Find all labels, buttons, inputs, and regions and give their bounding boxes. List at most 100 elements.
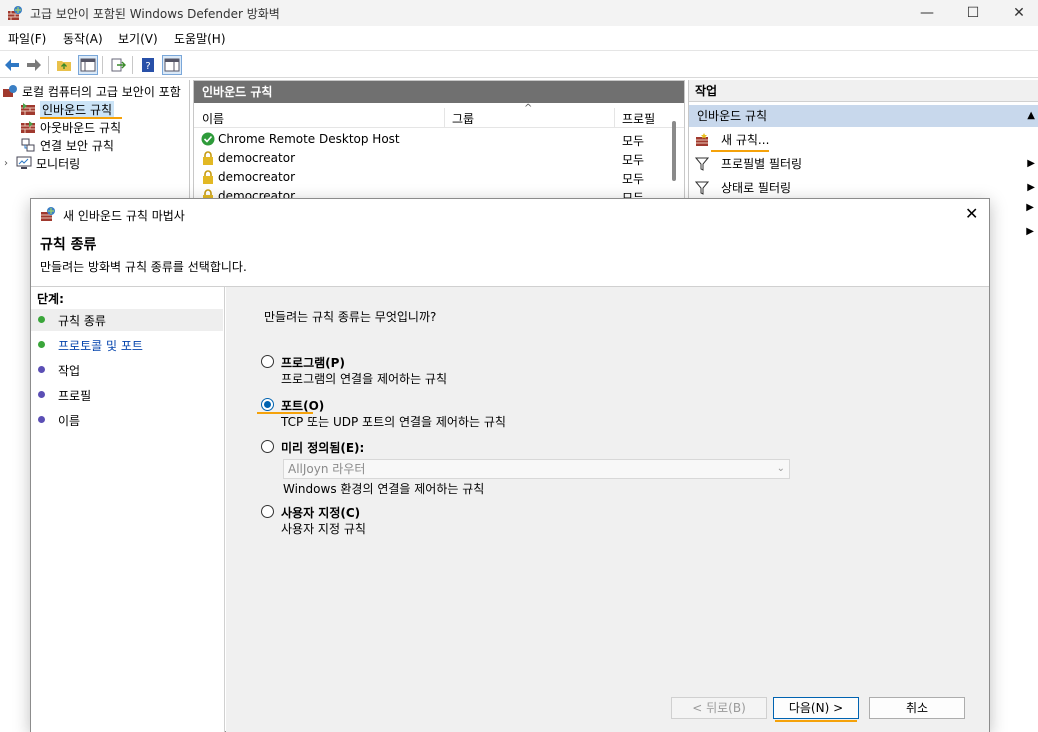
predefined-rule-value: AllJoyn 라우터 <box>288 462 366 476</box>
dialog-title: 새 인바운드 규칙 마법사 <box>63 209 185 223</box>
actions-header: 작업 <box>689 80 1038 102</box>
menu-bar: 파일(F) 동작(A) 보기(V) 도움말(H) <box>0 26 1038 50</box>
filter-icon <box>695 157 709 171</box>
connection-security-icon <box>21 138 35 152</box>
tree-item-label: 연결 보안 규칙 <box>40 138 114 153</box>
minimize-button[interactable]: — <box>904 0 950 26</box>
submenu-arrow-icon: ▶ <box>1027 158 1035 169</box>
column-header-name[interactable]: 이름 <box>202 110 224 127</box>
next-button[interactable]: 다음(N) > <box>773 697 859 719</box>
export-list-button[interactable] <box>108 55 128 75</box>
lock-icon <box>203 170 213 184</box>
new-inbound-rule-wizard: 새 인바운드 규칙 마법사 ✕ 규칙 종류 만들려는 방화벽 규칙 종류를 선택… <box>30 198 990 732</box>
column-headers: 이름 그룹 ^ 프로필 <box>194 103 684 128</box>
expand-chevron-icon[interactable]: › <box>4 158 16 169</box>
vertical-scrollbar[interactable] <box>672 121 676 181</box>
option-description: TCP 또는 UDP 포트의 연결을 제어하는 규칙 <box>281 415 506 429</box>
table-row[interactable]: democreator 모두 <box>194 149 674 168</box>
maximize-icon: ☐ <box>966 5 980 21</box>
console-tree: 로컬 컴퓨터의 고급 보안이 포함 인바운드 규칙 아웃바운드 규칙 연결 보안… <box>0 80 190 200</box>
radio-custom[interactable] <box>261 505 274 518</box>
forward-button[interactable] <box>24 55 44 75</box>
firewall-icon <box>8 6 22 20</box>
column-header-group[interactable]: 그룹 <box>452 110 474 127</box>
step-protocol-and-ports[interactable]: 프로토콜 및 포트 <box>31 334 223 356</box>
back-button[interactable]: < 뒤로(B) <box>671 697 767 719</box>
tree-root[interactable]: 로컬 컴퓨터의 고급 보안이 포함 <box>2 82 181 100</box>
option-label: 프로그램(P) <box>281 356 345 370</box>
maximize-button[interactable]: ☐ <box>950 0 996 26</box>
step-profile: 프로필 <box>31 384 223 406</box>
menu-help[interactable]: 도움말(H) <box>174 30 226 47</box>
step-label: 규칙 종류 <box>58 314 106 328</box>
highlight-underline <box>775 720 857 722</box>
action-label: 상태로 필터링 <box>721 181 792 195</box>
tree-item-monitoring[interactable]: › 모니터링 <box>4 154 80 172</box>
sort-ascending-icon: ^ <box>524 103 533 114</box>
rule-profile: 모두 <box>622 172 645 186</box>
close-icon: ✕ <box>1013 5 1025 21</box>
tree-item-inbound-rules[interactable]: 인바운드 규칙 <box>20 100 115 118</box>
firewall-icon <box>41 207 55 221</box>
collapse-up-icon[interactable]: ▲ <box>1027 105 1035 127</box>
cancel-button[interactable]: 취소 <box>869 697 965 719</box>
outbound-rules-icon <box>21 121 35 133</box>
menu-file[interactable]: 파일(F) <box>8 30 46 47</box>
action-label: 새 규칙... <box>721 133 770 147</box>
new-rule-icon <box>696 133 708 146</box>
up-folder-button[interactable] <box>54 55 74 75</box>
radio-program[interactable] <box>261 355 274 368</box>
step-action: 작업 <box>31 359 223 381</box>
check-shield-icon <box>201 132 215 146</box>
radio-port[interactable] <box>261 398 274 411</box>
submenu-arrow-icon[interactable]: ▶ <box>1026 202 1034 213</box>
show-hide-action-pane-button[interactable] <box>162 55 182 75</box>
step-label: 이름 <box>58 414 81 428</box>
lock-icon <box>203 151 213 165</box>
back-button[interactable] <box>2 55 22 75</box>
option-description: Windows 환경의 연결을 제어하는 규칙 <box>283 482 485 496</box>
step-label: 작업 <box>58 364 81 378</box>
svg-text:?: ? <box>145 61 150 72</box>
minimize-icon: — <box>920 5 934 21</box>
folder-up-icon <box>57 61 71 71</box>
step-label: 프로토콜 및 포트 <box>58 339 143 353</box>
firewall-icon <box>3 85 17 97</box>
step-dot-icon <box>38 341 45 348</box>
tree-item-connection-security-rules[interactable]: 연결 보안 규칙 <box>20 136 114 154</box>
show-hide-console-tree-button[interactable] <box>78 55 98 75</box>
action-filter-by-state[interactable]: 상태로 필터링 ▶ <box>689 177 1038 199</box>
tree-root-label: 로컬 컴퓨터의 고급 보안이 포함 <box>22 84 181 99</box>
predefined-rule-select[interactable]: AllJoyn 라우터 ⌄ <box>283 459 790 479</box>
radio-predefined[interactable] <box>261 440 274 453</box>
rule-profile: 모두 <box>622 134 645 148</box>
steps-header: 단계: <box>37 292 64 306</box>
wizard-content: 만들려는 규칙 종류는 무엇입니까? 프로그램(P) 프로그램의 연결을 제어하… <box>226 287 989 732</box>
monitoring-icon <box>16 156 32 169</box>
tree-item-label: 아웃바운드 규칙 <box>40 120 122 135</box>
submenu-arrow-icon[interactable]: ▶ <box>1026 226 1034 237</box>
wizard-steps: 단계: 규칙 종류 프로토콜 및 포트 작업 프로필 이름 <box>31 287 225 732</box>
submenu-arrow-icon: ▶ <box>1027 182 1035 193</box>
close-button[interactable]: ✕ <box>996 0 1038 26</box>
column-header-profile[interactable]: 프로필 <box>622 110 655 127</box>
step-name: 이름 <box>31 409 223 431</box>
help-button[interactable]: ? <box>138 55 158 75</box>
action-filter-by-profile[interactable]: 프로필별 필터링 ▶ <box>689 153 1038 175</box>
arrow-right-icon <box>27 59 41 71</box>
tree-item-outbound-rules[interactable]: 아웃바운드 규칙 <box>20 118 121 136</box>
tree-item-label: 인바운드 규칙 <box>40 100 115 118</box>
menu-view[interactable]: 보기(V) <box>118 30 158 47</box>
dialog-close-icon[interactable]: ✕ <box>965 204 978 223</box>
table-row[interactable]: democreator 모두 <box>194 168 674 187</box>
action-new-rule[interactable]: 새 규칙... <box>689 129 1038 151</box>
wizard-heading: 규칙 종류 <box>40 237 97 253</box>
tree-item-label: 모니터링 <box>36 156 81 171</box>
toolbar: ? <box>0 50 1038 78</box>
rule-name: democreator <box>218 170 296 184</box>
dialog-title-bar: 새 인바운드 규칙 마법사 ✕ <box>31 199 989 229</box>
menu-action[interactable]: 동작(A) <box>63 30 103 47</box>
actions-subheader[interactable]: 인바운드 규칙 ▲ <box>689 105 1038 127</box>
option-label: 미리 정의됨(E): <box>281 441 365 455</box>
table-row[interactable]: Chrome Remote Desktop Host 모두 <box>194 130 674 149</box>
